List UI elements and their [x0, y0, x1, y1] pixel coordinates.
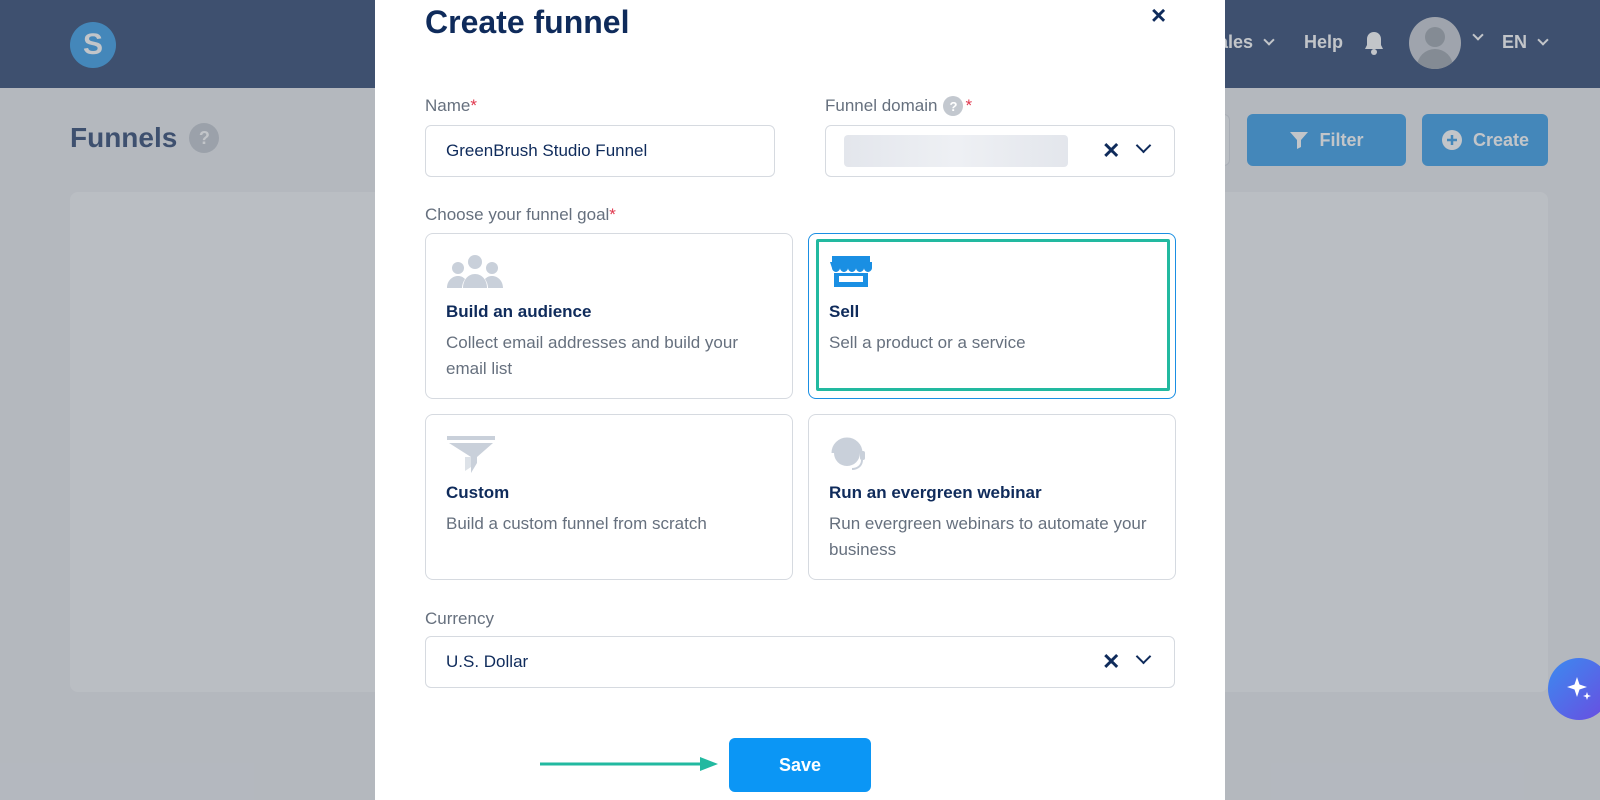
goal-option-description: Collect email addresses and build your e…	[446, 333, 738, 378]
goal-option-description: Build a custom funnel from scratch	[446, 514, 707, 533]
goal-option-title: Sell	[829, 302, 860, 321]
goal-option-description: Sell a product or a service	[829, 333, 1026, 352]
redacted-domain-value	[844, 135, 1068, 167]
goal-option-evergreen-webinar[interactable]: Run an evergreen webinar Run evergreen w…	[808, 414, 1176, 580]
funnel-icon	[447, 436, 495, 473]
goal-option-title: Run an evergreen webinar	[829, 483, 1042, 502]
goal-option-sell[interactable]: Sell Sell a product or a service	[808, 233, 1176, 399]
required-marker: *	[965, 96, 973, 115]
arrow-annotation-icon	[540, 757, 718, 771]
webinar-icon	[831, 437, 865, 470]
help-icon[interactable]: ?	[943, 96, 964, 116]
required-marker: *	[470, 96, 477, 115]
name-input-value: GreenBrush Studio Funnel	[446, 141, 648, 160]
clear-icon[interactable]: ✕	[1102, 138, 1120, 164]
goal-option-title: Custom	[446, 483, 510, 502]
save-button[interactable]: Save	[729, 738, 871, 792]
modal-title: Create funnel	[425, 4, 630, 40]
funnel-domain-select[interactable]: ✕	[825, 125, 1175, 177]
store-icon	[830, 256, 872, 287]
clear-icon[interactable]: ✕	[1102, 649, 1120, 675]
chevron-down-icon[interactable]	[1135, 648, 1152, 665]
name-label-text: Name	[425, 96, 471, 115]
name-input[interactable]: GreenBrush Studio Funnel	[425, 125, 775, 177]
funnel-goal-label: Choose your funnel goal *	[425, 205, 616, 225]
currency-value: U.S. Dollar	[446, 652, 529, 671]
funnel-domain-label: Funnel domain ? *	[825, 96, 972, 116]
goal-option-custom[interactable]: Custom Build a custom funnel from scratc…	[425, 414, 793, 580]
currency-select[interactable]: U.S. Dollar ✕	[425, 636, 1175, 688]
required-marker: *	[609, 205, 616, 224]
name-label: Name *	[425, 96, 477, 116]
audience-icon	[447, 255, 503, 288]
sparkle-icon	[1567, 677, 1591, 700]
currency-label: Currency	[425, 609, 494, 629]
funnel-domain-label-text: Funnel domain	[825, 96, 938, 115]
goal-option-build-audience[interactable]: Build an audience Collect email addresse…	[425, 233, 793, 399]
goal-option-description: Run evergreen webinars to automate your …	[829, 514, 1147, 559]
create-funnel-modal: Create funnel × Name * GreenBrush Studio …	[375, 0, 1225, 800]
close-icon[interactable]: ×	[1151, 0, 1166, 31]
goal-option-title: Build an audience	[446, 302, 592, 321]
currency-label-text: Currency	[425, 609, 494, 628]
funnel-goal-label-text: Choose your funnel goal	[425, 205, 610, 224]
chevron-down-icon[interactable]	[1135, 137, 1152, 154]
